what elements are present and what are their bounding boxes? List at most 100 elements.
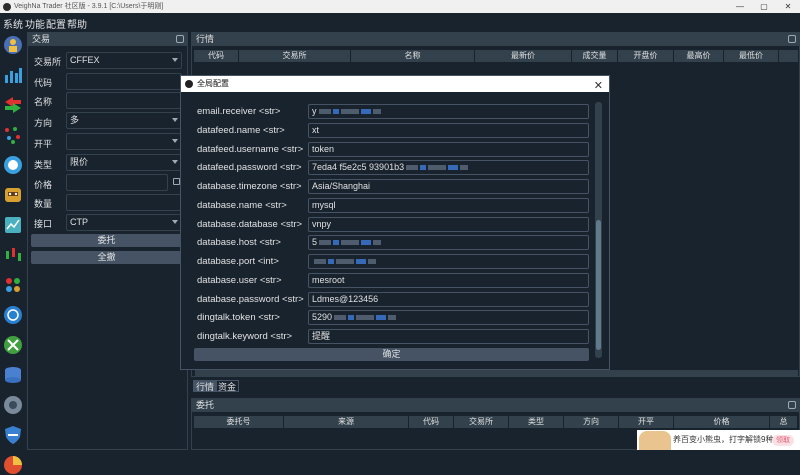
database-icon[interactable] [3, 365, 23, 385]
config-value: 提醒 [312, 331, 331, 341]
orders-col-offset[interactable]: 开平 [619, 416, 674, 428]
config-value: y [312, 106, 317, 116]
config-label: datafeed.name <str> [197, 125, 285, 136]
dock-float-icon[interactable] [176, 35, 184, 43]
config-value-field[interactable]: token [308, 142, 589, 157]
orders-table-header: 委托号 来源 代码 交易所 类型 方向 开平 价格 总 [194, 416, 798, 428]
orders-col-type[interactable]: 类型 [509, 416, 564, 428]
redacted-mark [388, 315, 397, 321]
cancel-all-button[interactable]: 全撤 [31, 251, 182, 264]
shield-icon[interactable] [3, 425, 23, 445]
price-input[interactable] [66, 174, 168, 191]
market-col-open[interactable]: 开盘价 [618, 50, 674, 62]
tab-market[interactable]: 行情 [193, 380, 218, 392]
scatter-icon[interactable] [3, 125, 23, 145]
direction-label: 方向 [34, 118, 53, 128]
orders-col-symbol[interactable]: 代码 [409, 416, 454, 428]
close-icon[interactable]: ✕ [594, 78, 603, 94]
config-value-field[interactable]: y [308, 104, 589, 119]
exchange-label: 交易所 [34, 57, 62, 67]
orders-col-source[interactable]: 来源 [284, 416, 409, 428]
volume-input[interactable] [66, 194, 182, 211]
gateway-combo[interactable]: CTP [66, 214, 182, 231]
market-col-exchange[interactable]: 交易所 [239, 50, 351, 62]
config-value: token [312, 144, 335, 154]
market-col-name[interactable]: 名称 [351, 50, 475, 62]
redacted-mark [319, 240, 332, 246]
config-value-field[interactable]: 7eda4 f5e2c5 93901b3 [308, 160, 589, 175]
backtest-icon[interactable] [3, 215, 23, 235]
exchange-combo[interactable]: CFFEX [66, 52, 182, 69]
pie-icon[interactable] [3, 455, 23, 475]
config-value: Ldmes@123456 [312, 294, 379, 304]
config-value: mysql [312, 200, 336, 210]
minimize-icon[interactable]: — [733, 0, 747, 13]
market-col-high[interactable]: 最高价 [674, 50, 724, 62]
market-col-volume[interactable]: 成交量 [572, 50, 618, 62]
offset-combo[interactable] [66, 133, 182, 150]
dialog-scrollbar[interactable] [595, 102, 602, 358]
config-value-field[interactable]: mysql [308, 198, 589, 213]
config-value: 7eda4 f5e2c5 93901b3 [312, 162, 405, 172]
config-value-field[interactable]: 提醒 [308, 329, 589, 344]
menu-system[interactable]: 系统 [3, 16, 23, 31]
chart-icon[interactable] [3, 65, 23, 85]
menu-function[interactable]: 功能 [25, 16, 45, 31]
market-col-last[interactable]: 最新价 [475, 50, 572, 62]
config-value-field[interactable]: vnpy [308, 217, 589, 232]
app-logo-icon [185, 80, 193, 88]
claim-button[interactable]: 领取 [772, 435, 794, 446]
config-value-field[interactable] [308, 254, 589, 269]
swap-icon[interactable] [3, 305, 23, 325]
config-label: database.timezone <str> [197, 181, 302, 192]
close-window-icon[interactable]: ✕ [781, 0, 795, 13]
price-checkbox[interactable] [173, 178, 180, 185]
orders-col-exchange[interactable]: 交易所 [454, 416, 509, 428]
spread-icon[interactable] [3, 275, 23, 295]
scrollbar-thumb[interactable] [596, 220, 601, 350]
robot-icon[interactable] [3, 185, 23, 205]
redacted-mark [356, 259, 366, 265]
offset-label: 开平 [34, 139, 53, 149]
redacted-mark [376, 315, 387, 321]
menu-config[interactable]: 配置 [46, 16, 66, 31]
config-value-field[interactable]: xt [308, 123, 589, 138]
orders-col-total[interactable]: 总 [770, 416, 798, 428]
tab-account[interactable]: 资金 [215, 380, 240, 392]
ok-button[interactable]: 确定 [194, 348, 589, 361]
market-col-low[interactable]: 最低价 [724, 50, 779, 62]
orders-col-id[interactable]: 委托号 [194, 416, 284, 428]
orders-col-price[interactable]: 价格 [674, 416, 770, 428]
config-value-field[interactable]: mesroot [308, 273, 589, 288]
menubar: 系统 功能 配置 帮助 [0, 13, 800, 31]
ime-notification[interactable]: 养百变小熊虫，打字解锁9种x 领取 [637, 430, 800, 450]
menu-help[interactable]: 帮助 [67, 16, 87, 31]
trader-icon[interactable] [3, 35, 23, 55]
redacted-mark [360, 109, 371, 115]
maximize-icon[interactable]: ▢ [757, 0, 771, 13]
symbol-input[interactable] [66, 73, 182, 90]
config-value-field[interactable]: 5290 [308, 310, 589, 325]
type-combo[interactable]: 限价 [66, 154, 182, 171]
send-order-button[interactable]: 委托 [31, 234, 182, 247]
swap-x-icon[interactable] [3, 335, 23, 355]
market-col-symbol[interactable]: 代码 [194, 50, 239, 62]
orders-col-direction[interactable]: 方向 [564, 416, 619, 428]
arrows-icon[interactable] [3, 95, 23, 115]
config-label: database.password <str> [197, 294, 304, 305]
redacted-mark [314, 259, 326, 265]
redacted-mark [372, 109, 381, 115]
candles-icon[interactable] [3, 245, 23, 265]
dock-float-icon[interactable] [788, 401, 796, 409]
config-value-field[interactable]: 5 [308, 235, 589, 250]
config-label: database.user <str> [197, 275, 282, 286]
symbol-label: 代码 [34, 78, 53, 88]
config-value-field[interactable]: Asia/Shanghai [308, 179, 589, 194]
chevron-down-icon [172, 220, 178, 224]
recorder-icon[interactable] [3, 395, 23, 415]
direction-combo[interactable]: 多 [66, 112, 182, 129]
market-hscrollbar[interactable] [195, 370, 798, 376]
dock-float-icon[interactable] [788, 35, 796, 43]
circle-icon[interactable] [3, 155, 23, 175]
config-value-field[interactable]: Ldmes@123456 [308, 292, 589, 307]
